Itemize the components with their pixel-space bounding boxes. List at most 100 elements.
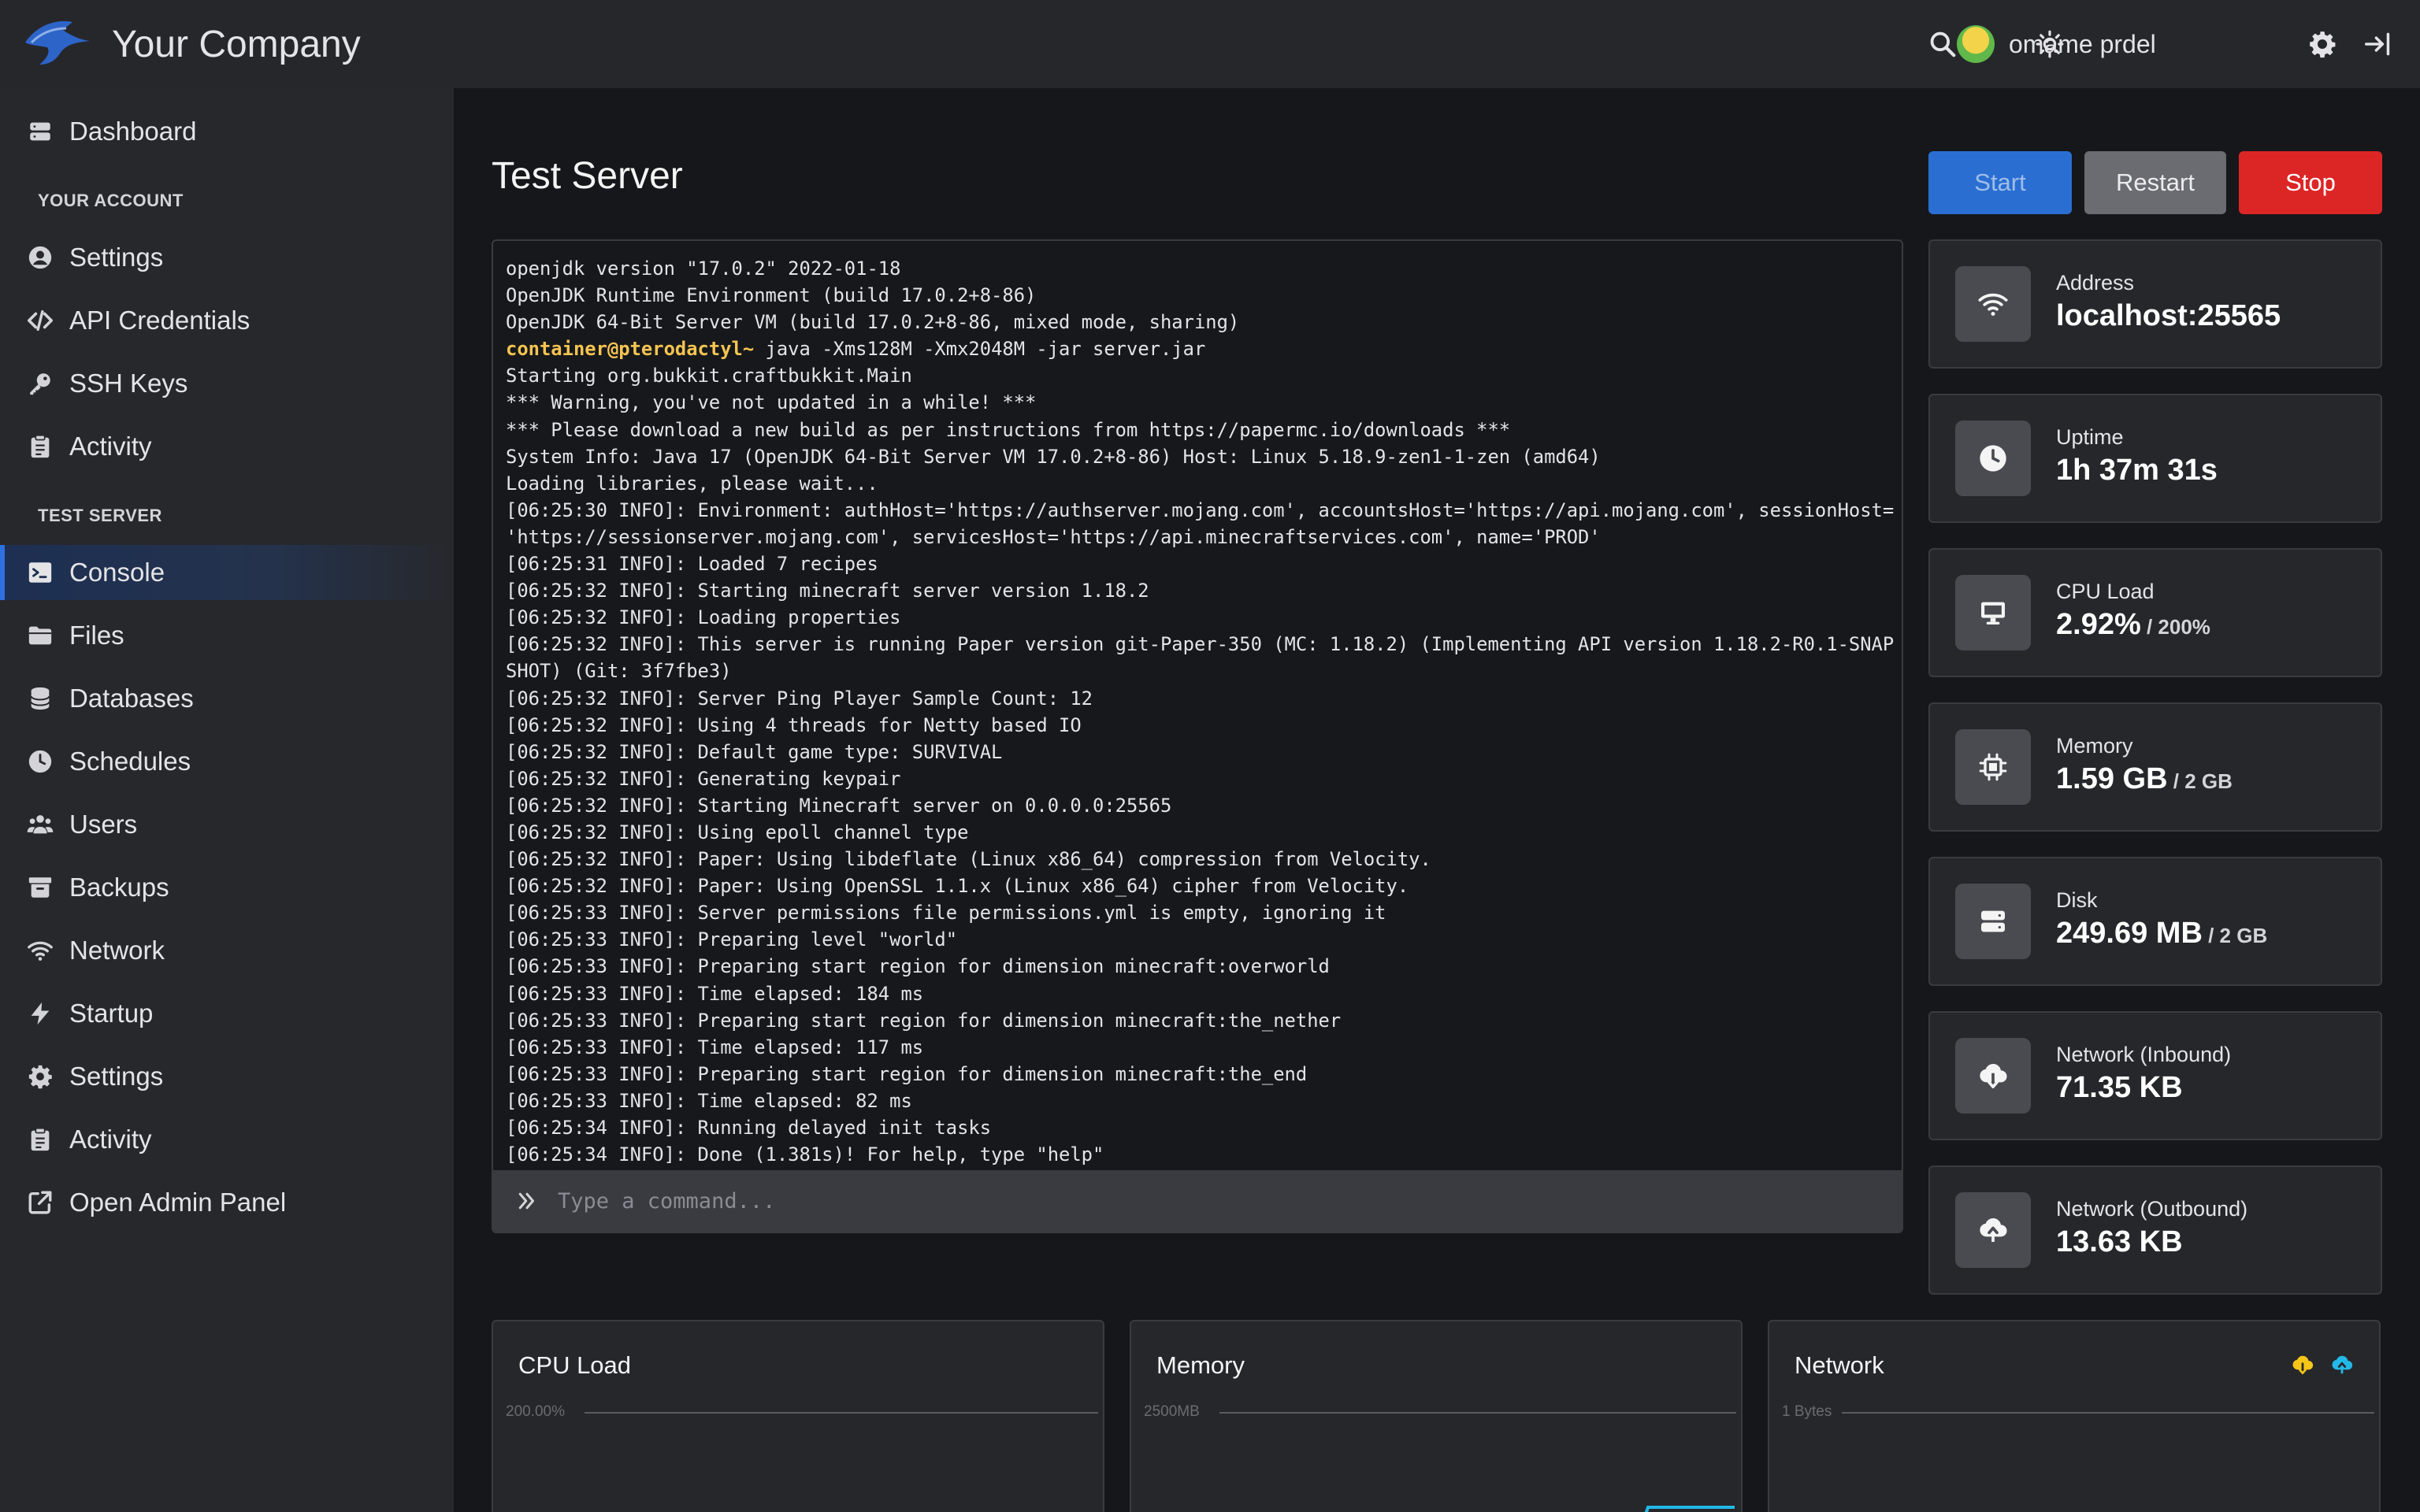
brand[interactable]: Your Company: [0, 19, 361, 70]
sidebar-item-account-settings[interactable]: Settings: [0, 230, 454, 285]
console-line: [06:25:32 INFO]: Paper: Using libdeflate…: [506, 848, 1431, 871]
stat-card-address: Address localhost:25565: [1928, 239, 2382, 369]
user-menu[interactable]: omame prdel: [1957, 25, 2156, 63]
console-prompt: container@pterodactyl~: [506, 338, 755, 361]
console-line: [06:25:32 INFO]: Using epoll channel typ…: [506, 821, 969, 843]
console-line: [06:25:33 INFO]: Preparing start region …: [506, 1062, 1308, 1085]
graph-title: CPU Load: [518, 1351, 632, 1379]
console-input-row[interactable]: [493, 1170, 1902, 1232]
sidebar-item-open-admin-panel[interactable]: Open Admin Panel: [0, 1175, 454, 1230]
sidebar-item-ssh-keys[interactable]: SSH Keys: [0, 356, 454, 411]
sidebar-item-label: Startup: [69, 999, 154, 1028]
sidebar-item-label: Activity: [69, 432, 152, 461]
gear-icon: [28, 1065, 52, 1089]
disk-value: 249.69 MB: [2056, 917, 2203, 950]
sidebar-item-files[interactable]: Files: [0, 608, 454, 663]
sidebar-item-schedules[interactable]: Schedules: [0, 734, 454, 789]
stat-value: 1h 37m 31s: [2056, 454, 2218, 487]
sidebar-item-label: Network: [69, 936, 165, 965]
stop-button[interactable]: Stop: [2239, 151, 2382, 214]
chip-icon: [1955, 729, 2031, 805]
console-line: [06:25:32 INFO]: Starting minecraft serv…: [506, 580, 1149, 602]
clipboard-icon: [31, 434, 50, 458]
console-line: [06:25:33 INFO]: Preparing level "world": [506, 928, 958, 951]
console-line: openjdk version "17.0.2" 2022-01-18: [506, 258, 901, 280]
console-line: 'https://sessionserver.mojang.com', serv…: [506, 525, 1601, 548]
console-output: openjdk version "17.0.2" 2022-01-18 OpenJ…: [506, 255, 1895, 1195]
start-button[interactable]: Start: [1928, 151, 2072, 214]
desktop-icon: [1955, 575, 2031, 650]
console[interactable]: openjdk version "17.0.2" 2022-01-18 OpenJ…: [492, 239, 1903, 1233]
network-outbound-value: 13.63 KB: [2056, 1225, 2183, 1258]
sidebar-item-label: Settings: [69, 1062, 164, 1091]
console-line: [06:25:33 INFO]: Time elapsed: 117 ms: [506, 1036, 924, 1058]
memory-value: 1.59 GB: [2056, 762, 2168, 795]
clock-icon: [28, 750, 52, 773]
graph-title: Memory: [1156, 1351, 1245, 1379]
section-test-server: TEST SERVER: [38, 506, 162, 525]
user-name: omame prdel: [2009, 29, 2156, 58]
sidebar-item-label: Databases: [69, 684, 194, 713]
sidebar-item-users[interactable]: Users: [0, 797, 454, 852]
stat-card-network-outbound: Network (Outbound) 13.63 KB: [1928, 1166, 2382, 1295]
logout-icon[interactable]: [2362, 28, 2393, 60]
sidebar-item-server-activity[interactable]: Activity: [0, 1112, 454, 1167]
external-link-icon: [28, 1191, 52, 1214]
sidebar-item-databases[interactable]: Databases: [0, 671, 454, 726]
stat-label: Memory: [2056, 734, 2133, 758]
console-line: [06:25:33 INFO]: Preparing start region …: [506, 1009, 1342, 1032]
console-line: OpenJDK Runtime Environment (build 17.0.…: [506, 284, 1037, 307]
restart-button[interactable]: Restart: [2084, 151, 2226, 214]
uptime-value: 1h 37m 31s: [2056, 454, 2218, 487]
console-line: [06:25:33 INFO]: Time elapsed: 82 ms: [506, 1089, 912, 1112]
sidebar: Dashboard YOUR ACCOUNT Settings API Cred…: [0, 88, 454, 1512]
sidebar-item-backups[interactable]: Backups: [0, 860, 454, 915]
command-input[interactable]: [558, 1188, 1818, 1214]
cloud-upload-icon[interactable]: [2330, 1353, 2354, 1377]
console-line: *** Warning, you've not updated in a whi…: [506, 391, 1037, 414]
sidebar-item-label: Files: [69, 621, 124, 650]
stat-label: Network (Outbound): [2056, 1197, 2248, 1221]
console-line: [06:25:32 INFO]: Generating keypair: [506, 767, 901, 790]
graph-gridline: [1219, 1412, 1736, 1414]
sidebar-item-label: Schedules: [69, 747, 191, 776]
bolt-icon: [31, 1002, 50, 1025]
code-icon: [27, 309, 54, 332]
sidebar-item-label: Activity: [69, 1125, 152, 1154]
console-command-text: java -Xms128M -Xmx2048M -jar server.jar: [754, 338, 1206, 361]
console-line: [06:25:32 INFO]: Default game type: SURV…: [506, 740, 1003, 763]
users-icon: [27, 815, 54, 834]
sidebar-item-label: Backups: [69, 873, 169, 902]
sidebar-item-server-settings[interactable]: Settings: [0, 1049, 454, 1104]
gear-icon[interactable]: [2307, 28, 2338, 60]
console-line: [06:25:32 INFO]: Server Ping Player Samp…: [506, 687, 1093, 710]
sidebar-item-account-activity[interactable]: Activity: [0, 419, 454, 474]
graph-gridline: [585, 1412, 1098, 1414]
console-line: [06:25:30 INFO]: Environment: authHost='…: [506, 498, 1895, 521]
graph-axis-max: 200.00%: [506, 1403, 566, 1420]
console-line: [06:25:34 INFO]: Done (1.381s)! For help…: [506, 1143, 1104, 1166]
console-line: [06:25:34 INFO]: Running delayed init ta…: [506, 1117, 992, 1139]
sidebar-item-network[interactable]: Network: [0, 923, 454, 978]
page-title: Test Server: [492, 155, 683, 197]
cloud-download-icon[interactable]: [2291, 1353, 2314, 1377]
stat-card-disk: Disk 249.69 MB / 2 GB: [1928, 857, 2382, 986]
graph-cpu-load: CPU Load 200.00%: [492, 1320, 1104, 1512]
graph-gridline: [1842, 1412, 2374, 1414]
sidebar-item-dashboard[interactable]: Dashboard: [0, 104, 454, 159]
sidebar-item-api-credentials[interactable]: API Credentials: [0, 293, 454, 348]
stat-label: Address: [2056, 271, 2135, 295]
graph-memory: Memory 2500MB: [1130, 1320, 1743, 1512]
console-line: container@pterodactyl~ java -Xms128M -Xm…: [506, 335, 1889, 362]
console-line: System Info: Java 17 (OpenJDK 64-Bit Ser…: [506, 445, 1601, 468]
console-line: [06:25:32 INFO]: Loading properties: [506, 606, 901, 629]
sidebar-item-startup[interactable]: Startup: [0, 986, 454, 1041]
search-icon[interactable]: [1927, 28, 1958, 60]
sidebar-item-console[interactable]: Console: [0, 545, 454, 600]
stat-value: 13.63 KB: [2056, 1225, 2183, 1259]
memory-limit: / 2 GB: [2167, 769, 2233, 793]
wifi-icon: [1955, 266, 2031, 342]
stat-value[interactable]: localhost:25565: [2056, 299, 2281, 333]
address-value[interactable]: localhost:25565: [2056, 299, 2281, 332]
console-line: OpenJDK 64-Bit Server VM (build 17.0.2+8…: [506, 311, 1240, 334]
